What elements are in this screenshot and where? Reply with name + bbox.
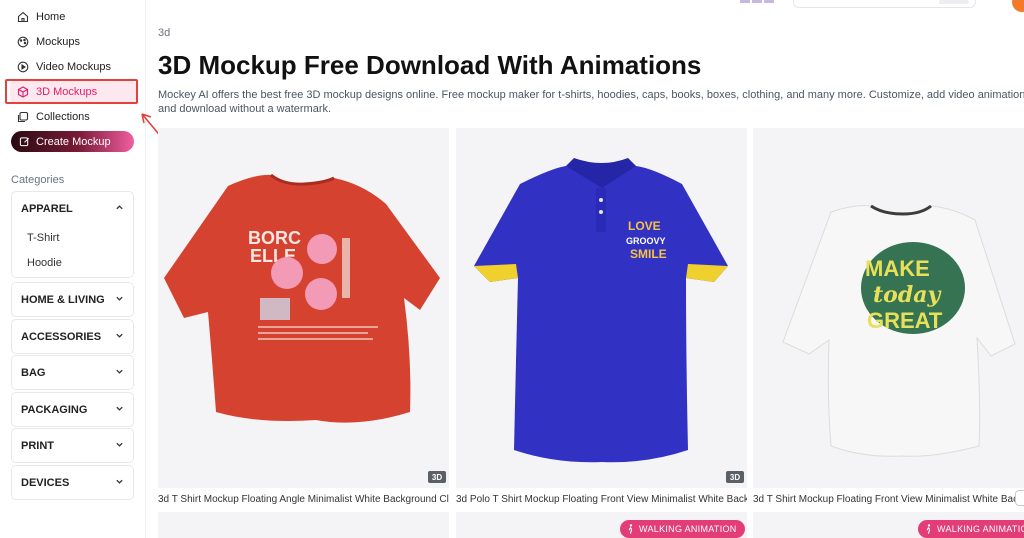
nav-item-label: Collections bbox=[36, 111, 90, 123]
svg-text:GREAT: GREAT bbox=[867, 308, 943, 333]
chevron-down-icon bbox=[115, 367, 124, 379]
nav-item-label: Video Mockups bbox=[36, 61, 112, 73]
category-item-tshirt[interactable]: T-Shirt bbox=[12, 225, 133, 250]
white-tshirt-image: MAKE today GREAT bbox=[782, 204, 1016, 457]
svg-text:MAKE: MAKE bbox=[865, 256, 930, 281]
home-icon bbox=[16, 10, 30, 24]
walking-icon bbox=[924, 524, 933, 534]
create-mockup-button[interactable]: Create Mockup bbox=[11, 131, 134, 152]
chevron-down-icon bbox=[115, 294, 124, 306]
sidebar: Home Mockups Video Mockups 3D Mockups Co… bbox=[0, 0, 146, 538]
category-item-hoodie[interactable]: Hoodie bbox=[12, 250, 133, 275]
category-apparel: APPAREL T-Shirt Hoodie bbox=[11, 191, 134, 278]
nav-item-video-mockups[interactable]: Video Mockups bbox=[10, 56, 136, 78]
category-label: BAG bbox=[21, 366, 46, 379]
category-devices[interactable]: DEVICES bbox=[11, 465, 134, 500]
card-caption[interactable]: 3d T Shirt Mockup Floating Front View Mi… bbox=[753, 494, 1024, 505]
breadcrumb[interactable]: 3d bbox=[158, 27, 170, 39]
category-label: ACCESSORIES bbox=[21, 330, 102, 343]
create-mockup-label: Create Mockup bbox=[36, 135, 111, 148]
page-description: Mockey AI offers the best free 3D mockup… bbox=[158, 89, 1024, 115]
3d-badge: 3D bbox=[726, 471, 744, 483]
svg-text:today: today bbox=[873, 282, 942, 308]
palette-icon bbox=[16, 35, 30, 49]
nav-item-collections[interactable]: Collections bbox=[10, 106, 136, 128]
mockup-card[interactable] bbox=[158, 512, 449, 538]
category-label: APPAREL bbox=[21, 202, 73, 215]
category-label: DEVICES bbox=[21, 476, 70, 489]
nav-item-home[interactable]: Home bbox=[10, 6, 136, 28]
chevron-down-icon bbox=[115, 331, 124, 343]
nav-item-mockups[interactable]: Mockups bbox=[10, 31, 136, 53]
category-packaging[interactable]: PACKAGING bbox=[11, 392, 134, 427]
walking-animation-badge: WALKING ANIMATION bbox=[620, 520, 745, 538]
blue-polo-image: LOVE GROOVY SMILE bbox=[474, 158, 728, 463]
category-header[interactable]: APPAREL bbox=[12, 192, 133, 225]
nav-item-label: Home bbox=[36, 11, 66, 23]
edit-icon bbox=[19, 136, 30, 147]
svg-text:GROOVY: GROOVY bbox=[626, 236, 666, 246]
3d-badge: 3D bbox=[428, 471, 446, 483]
card-caption[interactable]: 3d T Shirt Mockup Floating Angle Minimal… bbox=[158, 494, 449, 505]
category-label: PRINT bbox=[21, 439, 54, 452]
scroll-indicator[interactable] bbox=[1015, 490, 1024, 506]
red-tshirt-image: BORC ELLE bbox=[164, 173, 440, 423]
chevron-down-icon bbox=[115, 440, 124, 452]
svg-text:SMILE: SMILE bbox=[630, 247, 667, 261]
annotation-highlight-box bbox=[5, 79, 138, 104]
category-home-living[interactable]: HOME & LIVING bbox=[11, 282, 134, 317]
card-caption[interactable]: 3d Polo T Shirt Mockup Floating Front Vi… bbox=[456, 494, 747, 505]
chevron-down-icon bbox=[115, 477, 124, 489]
svg-text:LOVE: LOVE bbox=[628, 219, 661, 233]
walking-icon bbox=[626, 524, 635, 534]
video-icon bbox=[16, 60, 30, 74]
nav-item-label: Mockups bbox=[36, 36, 81, 48]
chevron-up-icon bbox=[115, 203, 124, 215]
category-bag[interactable]: BAG bbox=[11, 355, 134, 390]
walking-animation-badge: WALKING ANIMATION bbox=[918, 520, 1024, 538]
category-accessories[interactable]: ACCESSORIES bbox=[11, 319, 134, 354]
categories-title: Categories bbox=[11, 174, 65, 186]
category-label: HOME & LIVING bbox=[21, 293, 105, 306]
chevron-down-icon bbox=[115, 404, 124, 416]
collections-icon bbox=[16, 110, 30, 124]
search-input[interactable] bbox=[793, 0, 976, 8]
mockup-card[interactable]: MAKE today GREAT bbox=[753, 128, 1024, 488]
page-title: 3D Mockup Free Download With Animations bbox=[158, 50, 702, 80]
mockup-card[interactable]: BORC ELLE 3D bbox=[158, 128, 449, 488]
svg-text:BORC: BORC bbox=[248, 228, 301, 248]
avatar[interactable] bbox=[1012, 0, 1024, 12]
mockup-card[interactable]: LOVE GROOVY SMILE 3D bbox=[456, 128, 747, 488]
category-label: PACKAGING bbox=[21, 403, 88, 416]
category-print[interactable]: PRINT bbox=[11, 428, 134, 463]
top-color-strip bbox=[740, 0, 785, 3]
